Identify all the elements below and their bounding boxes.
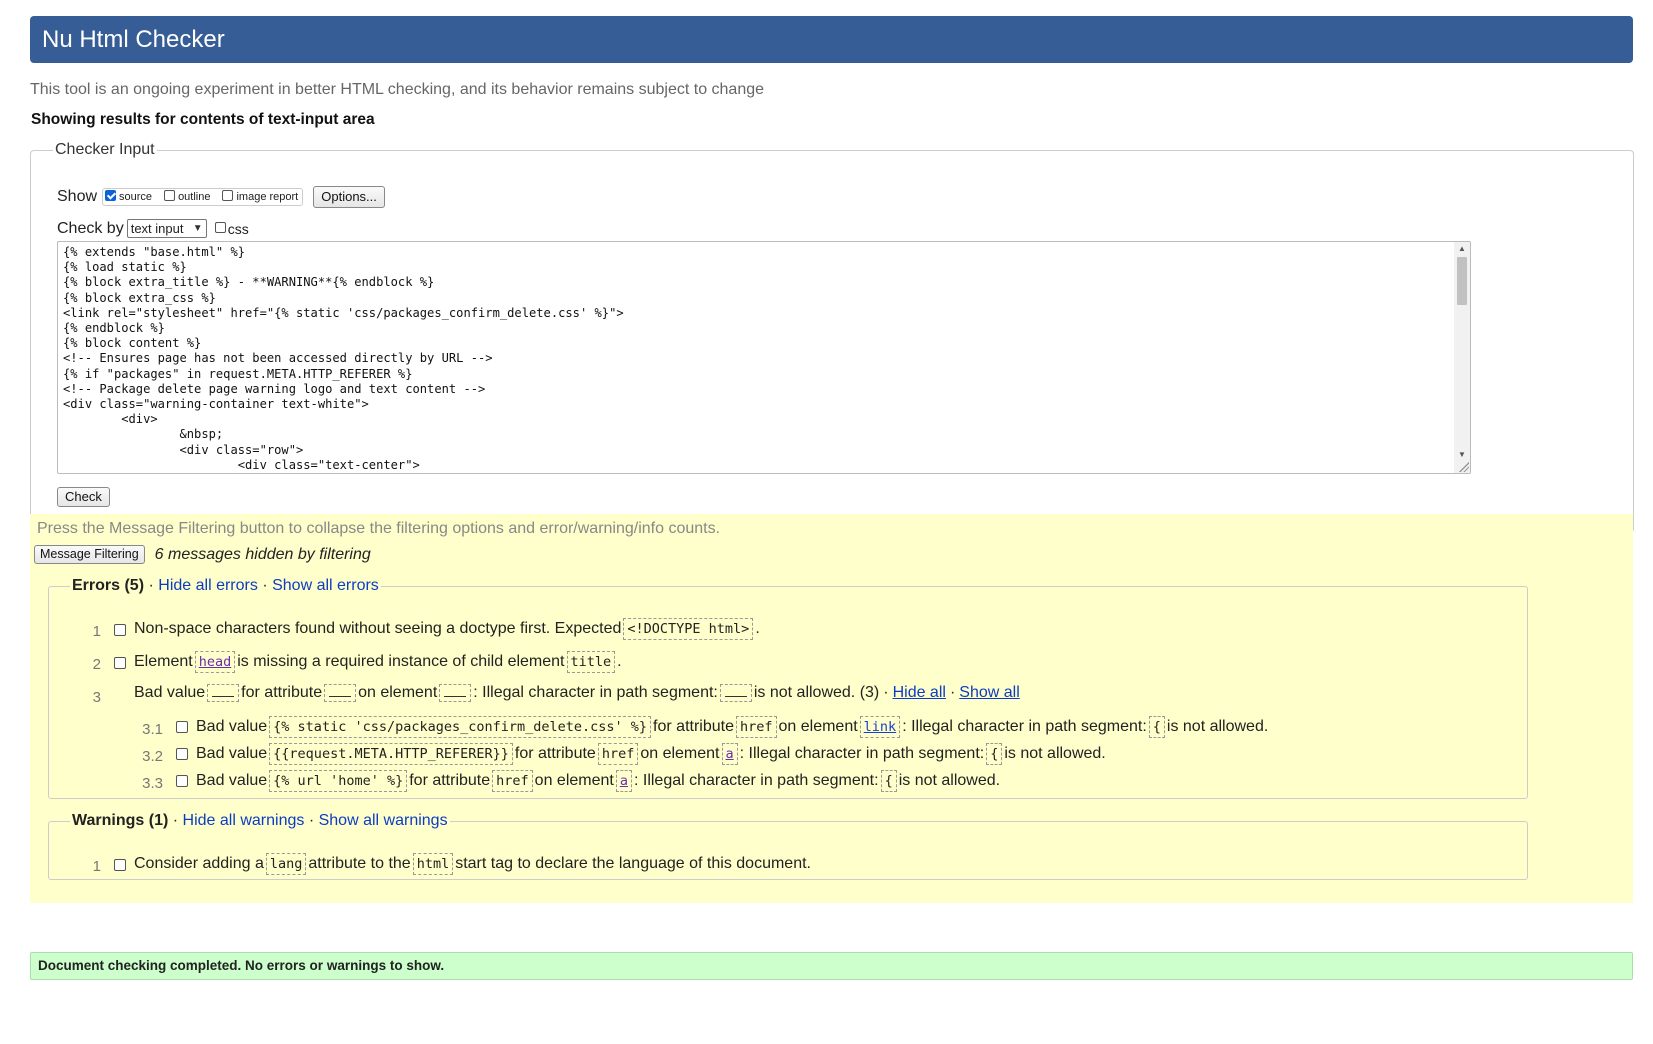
sub-error-number: 3.1 (142, 721, 163, 738)
code-element[interactable]: a (615, 770, 632, 792)
css-option[interactable]: css (214, 220, 249, 237)
check-by-select[interactable]: text input ▼ (126, 219, 207, 238)
source-text: {% extends "base.html" %} {% load static… (63, 245, 624, 472)
scroll-down-arrow-icon[interactable]: ▼ (1454, 450, 1470, 459)
code-title: title (566, 651, 616, 673)
sub-error-3-2: Bad value {{request.META.HTTP_REFERER}} … (196, 743, 1106, 765)
check-button[interactable]: Check (57, 487, 110, 507)
code-blank (439, 684, 472, 702)
code-blank (207, 684, 240, 702)
sub-error-checkbox[interactable] (176, 721, 188, 733)
error-checkbox[interactable] (114, 624, 126, 636)
show-all-warnings-link[interactable]: Show all warnings (319, 812, 448, 829)
code-head[interactable]: head (194, 651, 236, 673)
error-number: 1 (92, 623, 101, 640)
code-char: { (880, 770, 897, 792)
hidden-messages-count: 6 messages hidden by filtering (154, 545, 371, 563)
show-all-link[interactable]: Show all (959, 684, 1019, 702)
options-button[interactable]: Options... (313, 186, 385, 208)
image-report-checkbox[interactable] (222, 189, 234, 201)
show-source-option[interactable]: source (105, 189, 153, 203)
status-banner: Document checking completed. No errors o… (30, 952, 1633, 980)
warnings-title: Warnings (1) (72, 812, 169, 829)
source-checkbox[interactable] (105, 189, 117, 201)
message-filtering-button[interactable]: Message Filtering (34, 545, 145, 564)
error-message-2: Element head is missing a required insta… (134, 651, 622, 673)
hide-all-warnings-link[interactable]: Hide all warnings (183, 812, 305, 829)
image-report-label: image report (236, 191, 299, 203)
errors-legend: Errors (5) · Hide all errors · Show all … (72, 577, 379, 594)
code-value: {{request.META.HTTP_REFERER}} (269, 743, 513, 765)
code-attr: href (597, 743, 639, 765)
sub-error-number: 3.3 (142, 775, 163, 792)
results-panel: Press the Message Filtering button to co… (30, 514, 1633, 903)
show-image-report-option[interactable]: image report (222, 189, 299, 203)
sub-error-number: 3.2 (142, 748, 163, 765)
warning-checkbox[interactable] (114, 859, 126, 871)
app-header: Nu Html Checker (30, 16, 1633, 63)
code-char: { (986, 743, 1003, 765)
outline-label: outline (178, 191, 211, 203)
warnings-group: Warnings (1) · Hide all warnings · Show … (48, 812, 1528, 880)
code-doctype: <!DOCTYPE html> (623, 618, 754, 640)
code-value: {% static 'css/packages_confirm_delete.c… (269, 716, 652, 738)
warnings-legend: Warnings (1) · Hide all warnings · Show … (72, 812, 448, 829)
code-blank (719, 684, 752, 702)
code-attr: href (492, 770, 533, 792)
hide-all-link[interactable]: Hide all (893, 684, 946, 702)
code-html: html (412, 853, 454, 875)
sub-error-checkbox[interactable] (176, 748, 188, 760)
checker-input-legend: Checker Input (55, 141, 155, 158)
show-label: Show (57, 188, 98, 205)
filtering-note: Press the Message Filtering button to co… (37, 520, 721, 537)
code-char: { (1148, 716, 1165, 738)
sub-error-3-1: Bad value {% static 'css/packages_confir… (196, 716, 1268, 738)
code-value: {% url 'home' %} (269, 770, 408, 792)
show-all-errors-link[interactable]: Show all errors (272, 577, 379, 594)
results-heading: Showing results for contents of text-inp… (31, 111, 375, 128)
error-number: 2 (92, 656, 101, 673)
code-element[interactable]: link (859, 716, 901, 738)
check-by-value: text input (130, 221, 184, 236)
chevron-down-icon: ▼ (192, 223, 203, 234)
filter-row: Message Filtering 6 messages hidden by f… (34, 545, 371, 564)
show-row: Show source outline image report Options… (57, 186, 385, 208)
scroll-up-arrow-icon[interactable]: ▲ (1454, 244, 1470, 253)
code-blank (324, 684, 357, 702)
errors-title: Errors (5) (72, 577, 145, 594)
scrollbar-thumb[interactable] (1457, 257, 1467, 305)
check-by-label: Check by (57, 219, 124, 237)
source-textarea[interactable]: {% extends "base.html" %} {% load static… (57, 241, 1471, 474)
code-lang: lang (265, 853, 307, 875)
outline-checkbox[interactable] (164, 189, 176, 201)
show-options-group: source outline image report (102, 188, 304, 206)
textarea-scrollbar[interactable]: ▲ ▼ (1454, 242, 1470, 473)
code-element[interactable]: a (721, 743, 738, 765)
intro-text: This tool is an ongoing experiment in be… (30, 81, 765, 98)
code-attr: href (735, 716, 777, 738)
errors-group: Errors (5) · Hide all errors · Show all … (48, 577, 1528, 799)
app-title: Nu Html Checker (42, 26, 225, 53)
css-label: css (227, 220, 249, 237)
show-outline-option[interactable]: outline (164, 189, 211, 203)
source-label: source (119, 191, 153, 203)
warning-message-1: Consider adding a lang attribute to the … (134, 853, 811, 875)
error-message-1: Non-space characters found without seein… (134, 618, 760, 640)
check-by-row: Check by text input ▼ css (57, 219, 249, 238)
css-checkbox[interactable] (214, 222, 226, 233)
warning-number: 1 (92, 858, 101, 875)
resize-handle-icon[interactable] (1459, 462, 1469, 472)
error-number: 3 (92, 689, 101, 706)
sub-error-checkbox[interactable] (176, 775, 188, 787)
error-checkbox[interactable] (114, 657, 126, 669)
sub-error-3-3: Bad value {% url 'home' %} for attribute… (196, 770, 1000, 792)
error-message-3: Bad value for attribute on element : Ill… (134, 684, 1020, 702)
checker-input-panel: Checker Input Show source outline image … (30, 141, 1634, 533)
hide-all-errors-link[interactable]: Hide all errors (158, 577, 258, 594)
